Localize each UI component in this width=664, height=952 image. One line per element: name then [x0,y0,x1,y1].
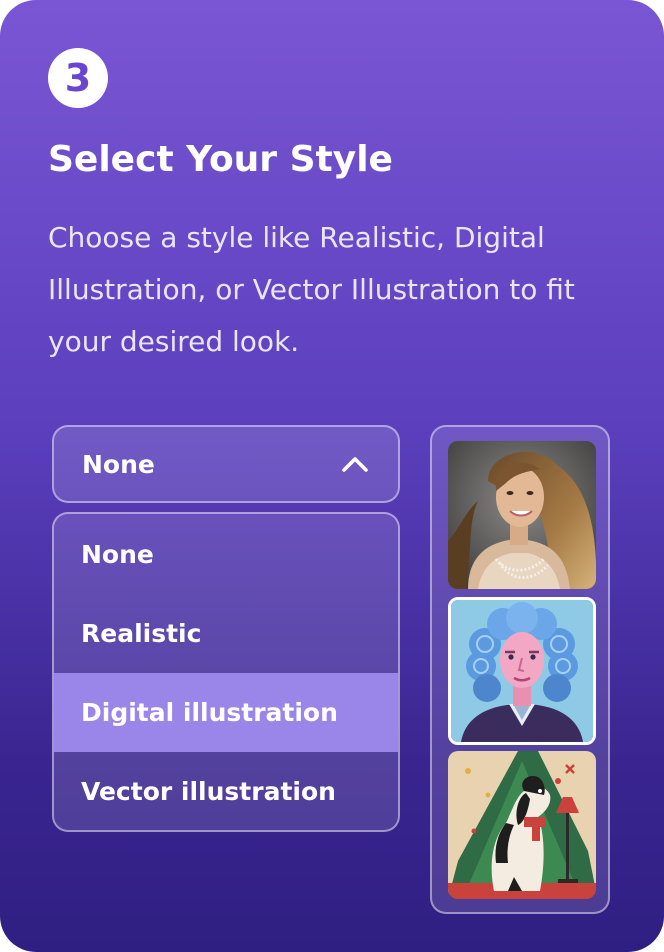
style-select[interactable]: None [52,425,400,503]
vector-illustration-preview-thumbnail[interactable] [448,751,596,899]
realistic-preview-thumbnail[interactable] [448,441,596,589]
style-option-label: Realistic [81,619,202,648]
digital-illustration-preview-thumbnail[interactable] [448,597,596,745]
step-number: 3 [64,56,92,100]
style-option-realistic[interactable]: Realistic [54,594,398,673]
style-option-digital-illustration[interactable]: Digital illustration [54,673,398,752]
step-number-badge: 3 [48,48,108,108]
style-option-vector-illustration[interactable]: Vector illustration [54,752,398,830]
style-option-none[interactable]: None [54,514,398,594]
style-option-label: None [81,539,154,569]
step-description: Choose a style like Realistic, Digital I… [48,221,575,358]
style-preview-panel [430,425,610,914]
vector-illustration-dog-image [448,751,596,899]
style-select-value: None [82,449,155,479]
style-option-label: Digital illustration [81,698,338,727]
chevron-up-icon[interactable] [340,449,370,479]
digital-illustration-portrait-image [451,600,593,742]
step-title: Select Your Style [48,139,393,180]
style-step-card: 3 Select Your Style Choose a style like … [0,0,664,952]
style-option-label: Vector illustration [81,777,336,806]
realistic-portrait-image [448,441,596,589]
style-dropdown-menu: None Realistic Digital illustration Vect… [52,512,400,832]
